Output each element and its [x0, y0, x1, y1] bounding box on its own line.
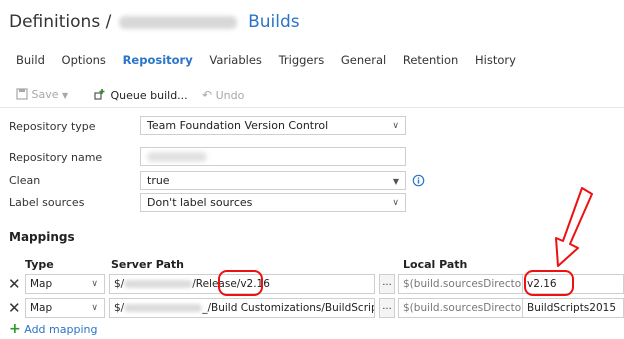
- server-path-prefix: $/: [114, 278, 125, 290]
- label-sources-value: Don't label sources: [147, 196, 253, 209]
- server-path-suffix: /Release/v2.16: [192, 278, 270, 290]
- remove-mapping-icon[interactable]: ✕: [8, 275, 21, 293]
- tab-repository[interactable]: Repository: [123, 53, 193, 67]
- server-path-input[interactable]: $/ _/Build Customizations/BuildScripts2(: [109, 298, 375, 318]
- local-path-prefix-box: $(build.sourcesDirectory)\: [398, 298, 522, 318]
- local-path-value: BuildScripts2015: [527, 302, 617, 314]
- tab-general[interactable]: General: [341, 53, 386, 67]
- clean-select[interactable]: true ▼: [140, 171, 406, 190]
- chevron-down-icon: ∨: [392, 121, 399, 131]
- builds-link[interactable]: Builds: [248, 12, 300, 32]
- chevron-down-icon: ∨: [91, 279, 98, 289]
- save-icon: [16, 88, 28, 100]
- repository-name-label: Repository name: [9, 151, 103, 164]
- save-button[interactable]: Save ▼: [16, 88, 68, 101]
- remove-mapping-icon[interactable]: ✕: [8, 299, 21, 317]
- mapping-type-value: Map: [30, 278, 53, 290]
- add-mapping-link[interactable]: + Add mapping: [9, 321, 97, 337]
- mapping-type-select[interactable]: Map ∨: [25, 298, 105, 318]
- tab-build[interactable]: Build: [16, 53, 45, 67]
- repository-type-label: Repository type: [9, 120, 96, 133]
- save-dropdown-icon[interactable]: ▼: [62, 91, 68, 100]
- info-icon[interactable]: [412, 174, 425, 187]
- local-path-prefix-box: $(build.sourcesDirectory)\: [398, 274, 522, 294]
- column-server-path: Server Path: [111, 258, 184, 271]
- local-path-prefix: $(build.sourcesDirectory)\: [403, 302, 522, 314]
- page-title: Definitions / Builds: [9, 12, 300, 32]
- tab-variables[interactable]: Variables: [209, 53, 262, 67]
- repository-name-redacted: [147, 152, 207, 162]
- local-path-value: v2.16: [527, 278, 557, 290]
- clean-label: Clean: [9, 174, 41, 187]
- label-sources-select[interactable]: Don't label sources ∨: [140, 193, 406, 212]
- queue-build-button[interactable]: Queue build...: [94, 88, 188, 102]
- server-path-redacted: [124, 280, 193, 288]
- repository-type-value: Team Foundation Version Control: [147, 119, 329, 132]
- chevron-down-icon: ∨: [91, 303, 98, 313]
- chevron-down-icon: ∨: [392, 198, 399, 208]
- server-path-redacted: [124, 304, 203, 312]
- arrow-annotation-icon: [555, 187, 593, 267]
- mappings-heading: Mappings: [9, 230, 75, 244]
- column-type: Type: [25, 258, 54, 271]
- undo-button[interactable]: ↶ Undo: [202, 88, 244, 102]
- add-mapping-label: Add mapping: [24, 323, 98, 336]
- server-path-suffix: _/Build Customizations/BuildScripts2(: [202, 302, 374, 314]
- local-path-input[interactable]: BuildScripts2015: [522, 298, 624, 318]
- tab-retention[interactable]: Retention: [403, 53, 458, 67]
- title-prefix: Definitions /: [9, 12, 112, 32]
- label-sources-label: Label sources: [9, 196, 85, 209]
- undo-icon: ↶: [202, 88, 213, 102]
- mapping-type-select[interactable]: Map ∨: [25, 274, 105, 294]
- tab-bar: Build Options Repository Variables Trigg…: [16, 53, 529, 67]
- undo-label: Undo: [215, 89, 245, 102]
- browse-server-path-button[interactable]: ...: [379, 298, 395, 318]
- dropdown-arrow-icon: ▼: [392, 177, 399, 186]
- tab-history[interactable]: History: [475, 53, 516, 67]
- tab-options[interactable]: Options: [62, 53, 106, 67]
- repository-name-input[interactable]: [140, 147, 406, 166]
- queue-build-icon: [94, 89, 105, 100]
- definition-name-redacted: [118, 15, 237, 29]
- queue-build-label: Queue build...: [110, 89, 188, 102]
- local-path-prefix: $(build.sourcesDirectory)\: [403, 278, 522, 290]
- mapping-type-value: Map: [30, 302, 53, 314]
- plus-icon: +: [9, 321, 21, 337]
- toolbar: Save ▼ Queue build... ↶ Undo: [0, 84, 624, 108]
- save-label: Save: [31, 88, 59, 101]
- clean-value: true: [147, 174, 170, 187]
- browse-server-path-button[interactable]: ...: [379, 274, 395, 294]
- repository-type-select[interactable]: Team Foundation Version Control ∨: [140, 116, 406, 135]
- tab-triggers[interactable]: Triggers: [279, 53, 325, 67]
- server-path-input[interactable]: $/ /Release/v2.16: [109, 274, 375, 294]
- server-path-prefix: $/: [114, 302, 125, 314]
- local-path-input[interactable]: v2.16: [522, 274, 624, 294]
- column-local-path: Local Path: [403, 258, 468, 271]
